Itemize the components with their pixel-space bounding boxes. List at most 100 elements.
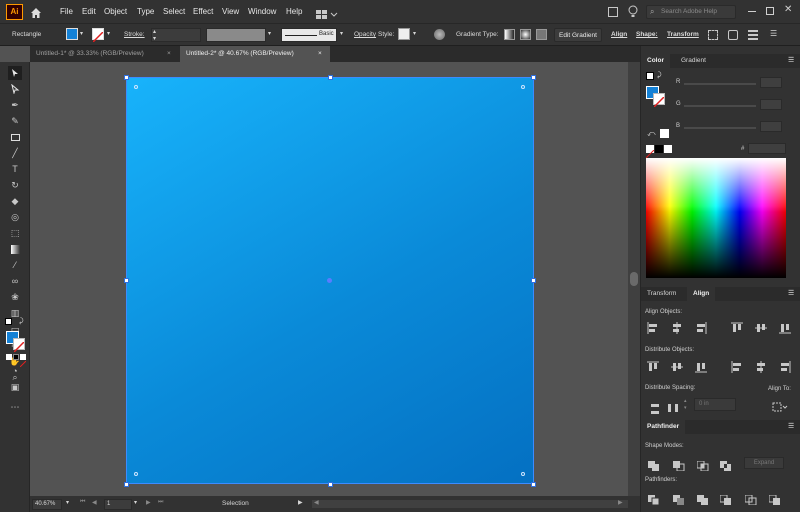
tab-untitled-2[interactable]: Untitled-2* @ 40.67% (RGB/Preview) × [180, 46, 330, 62]
arrange-icon[interactable] [748, 30, 758, 40]
vertical-scrollbar[interactable] [628, 62, 640, 496]
horizontal-align-center-icon[interactable] [671, 321, 683, 334]
menu-edit[interactable]: Edit [82, 0, 96, 24]
corner-widget-bottom-right[interactable] [521, 472, 525, 476]
next-artboard-icon[interactable]: ▶ [146, 499, 151, 506]
menu-object[interactable]: Object [104, 0, 127, 24]
stroke-weight-stepper[interactable]: ▴ ▾ [151, 28, 201, 42]
variable-width-arrow-icon[interactable]: ▾ [268, 30, 271, 37]
vertical-align-bottom-icon[interactable] [779, 321, 791, 334]
align-link[interactable]: Align [611, 24, 627, 46]
channel-b-slider[interactable] [684, 127, 756, 129]
brush-dropdown-icon[interactable]: ▾ [340, 30, 343, 37]
horizontal-distribute-center-icon[interactable] [755, 360, 767, 373]
more-options-icon[interactable]: ☰ [770, 29, 777, 38]
default-fill-stroke-icon[interactable] [646, 72, 654, 80]
menu-help[interactable]: Help [286, 0, 302, 24]
free-transform-tool-icon[interactable]: ⬚ [8, 226, 22, 240]
menu-select[interactable]: Select [163, 0, 185, 24]
select-similar-icon[interactable] [728, 30, 738, 40]
crop-icon[interactable] [719, 492, 732, 510]
zoom-dropdown-icon[interactable]: ▾ [66, 499, 69, 506]
corner-widget-bottom-left[interactable] [134, 472, 138, 476]
first-artboard-icon[interactable]: ⏮ [80, 499, 85, 506]
horizontal-align-left-icon[interactable] [647, 321, 659, 334]
drawing-modes-icon[interactable]: ◔ [8, 364, 22, 378]
fill-swatch[interactable] [66, 28, 78, 40]
horizontal-distribute-right-icon[interactable] [779, 360, 791, 373]
corner-widget-top-right[interactable] [521, 85, 525, 89]
exclude-icon[interactable] [720, 458, 732, 476]
channel-r-slider[interactable] [684, 83, 756, 85]
panel-menu-icon[interactable]: ☰ [788, 289, 794, 297]
divide-icon[interactable] [648, 492, 660, 510]
edit-gradient-button[interactable]: Edit Gradient [554, 28, 602, 42]
color-spectrum[interactable] [646, 158, 786, 278]
tab-align[interactable]: Align [687, 287, 716, 301]
stroke-dropdown-icon[interactable]: ▾ [107, 30, 110, 37]
workspace-switcher-icon[interactable] [316, 7, 338, 19]
tab-transform[interactable]: Transform [641, 287, 682, 301]
menu-view[interactable]: View [222, 0, 239, 24]
freeform-gradient-icon[interactable] [536, 29, 547, 40]
bounding-handle-top-right[interactable] [531, 75, 536, 80]
curvature-tool-icon[interactable]: ✎ [8, 114, 22, 128]
channel-r-field[interactable] [760, 77, 782, 88]
stroke-color-swatch[interactable] [13, 338, 25, 353]
expand-button[interactable]: Expand [744, 457, 784, 469]
intersect-icon[interactable] [696, 458, 709, 476]
panel-menu-icon[interactable]: ☰ [788, 56, 794, 64]
out-of-gamut-icon[interactable]: ⤺ [647, 129, 656, 139]
style-dropdown-icon[interactable]: ▾ [413, 30, 416, 37]
h-scroll-left-icon[interactable]: ◀ [314, 499, 319, 506]
channel-g-slider[interactable] [684, 105, 756, 107]
home-icon[interactable] [30, 6, 42, 18]
isolate-icon[interactable] [708, 30, 718, 40]
discover-icon[interactable] [628, 5, 638, 19]
bounding-handle-bottom-center[interactable] [328, 482, 333, 487]
edit-toolbar-icon[interactable]: ⋯ [8, 400, 22, 414]
h-scroll-right-icon[interactable]: ▶ [618, 499, 623, 506]
menu-window[interactable]: Window [248, 0, 276, 24]
swap-fill-stroke-icon[interactable]: ⤸ [657, 72, 661, 80]
stroke-swatch-none[interactable] [92, 28, 104, 43]
blend-tool-icon[interactable]: ∞ [8, 274, 22, 288]
style-swatch[interactable] [398, 28, 410, 40]
shape-link[interactable]: Shape: [636, 24, 658, 46]
tab-untitled-1[interactable]: Untitled-1* @ 33.33% (RGB/Preview) × [30, 46, 180, 62]
previous-artboard-icon[interactable]: ◀ [92, 499, 97, 506]
status-menu-icon[interactable]: ▶ [298, 499, 303, 506]
screen-mode-icon[interactable]: ▣ [8, 380, 22, 394]
rotate-tool-icon[interactable]: ↻ [8, 178, 22, 192]
vertical-distribute-bottom-icon[interactable] [695, 360, 707, 373]
shape-builder-tool-icon[interactable]: ◎ [8, 210, 22, 224]
outline-icon[interactable] [744, 492, 757, 510]
panel-menu-icon[interactable]: ☰ [788, 422, 794, 430]
maximize-icon[interactable] [766, 7, 774, 15]
menu-effect[interactable]: Effect [193, 0, 213, 24]
close-tab-icon[interactable]: × [167, 46, 171, 62]
scroll-thumb[interactable] [630, 272, 638, 286]
vertical-align-top-icon[interactable] [731, 321, 743, 333]
horizontal-distribute-left-icon[interactable] [731, 360, 743, 373]
swap-colors-icon[interactable]: ⤸ [19, 318, 23, 326]
vertical-distribute-space-icon[interactable] [649, 401, 661, 419]
channel-b-field[interactable] [760, 121, 782, 132]
align-to-dropdown-icon[interactable] [772, 400, 788, 418]
bounding-handle-top-center[interactable] [328, 75, 333, 80]
spacing-field[interactable]: 0 in [694, 398, 736, 411]
vertical-distribute-center-icon[interactable] [671, 360, 683, 372]
linear-gradient-icon[interactable] [504, 29, 515, 40]
artboard-field[interactable]: 1 [104, 499, 132, 510]
recolor-artwork-icon[interactable] [434, 29, 445, 40]
none-swatch[interactable] [645, 145, 655, 159]
minimize-icon[interactable] [748, 11, 756, 12]
trim-icon[interactable] [673, 492, 685, 510]
symbol-sprayer-tool-icon[interactable]: ❀ [8, 290, 22, 304]
tab-pathfinder[interactable]: Pathfinder [641, 420, 686, 434]
channel-g-field[interactable] [760, 99, 782, 110]
merge-icon[interactable] [697, 492, 709, 510]
corner-widget-top-left[interactable] [134, 85, 138, 89]
artboard-dropdown-icon[interactable]: ▾ [134, 499, 137, 506]
fill-dropdown-icon[interactable]: ▾ [80, 30, 83, 37]
